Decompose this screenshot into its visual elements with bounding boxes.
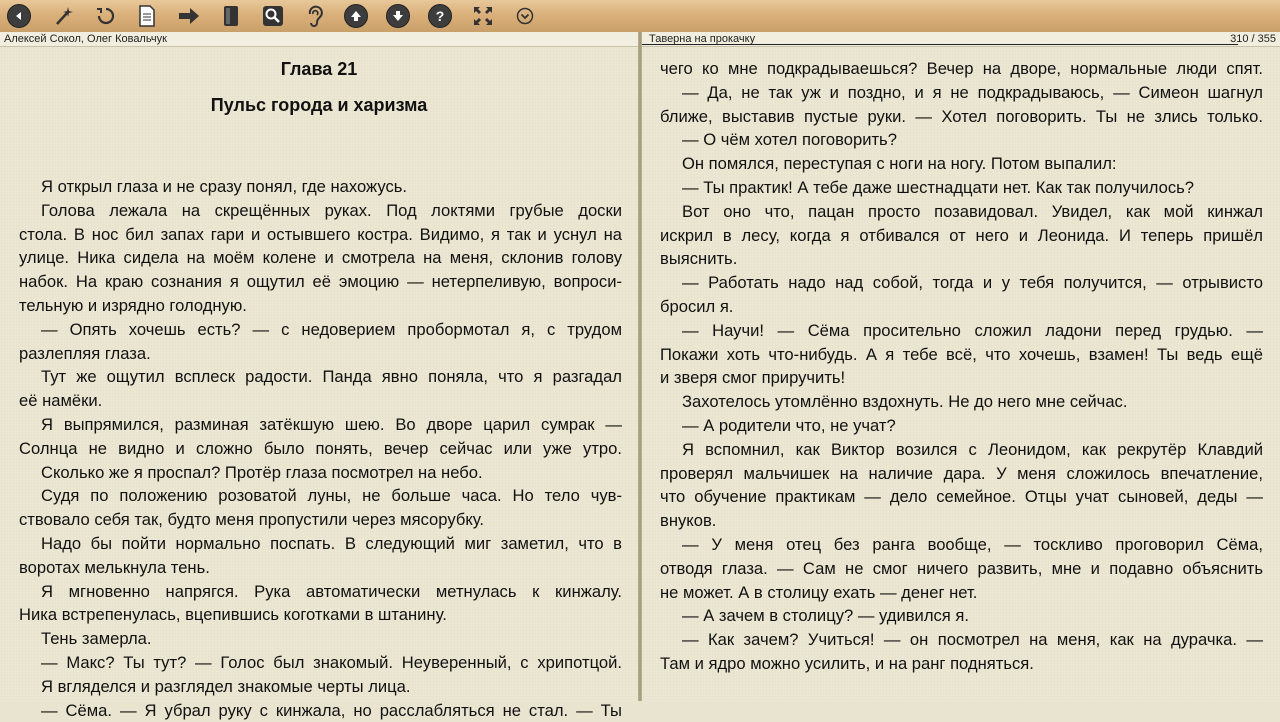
- text-line: Солнца не видно и сложно было понять, ве…: [19, 438, 622, 458]
- text-line: ближе, выставив пустые руки. — Хотел пог…: [660, 106, 1263, 126]
- text-line: — Опять хочешь есть? — с недоверием проб…: [41, 319, 622, 339]
- book-button[interactable]: [218, 3, 244, 29]
- chapter-title: Глава 21: [280, 59, 358, 79]
- left-page[interactable]: Глава 21 Пульс города и харизма Я открыл…: [0, 47, 638, 720]
- text-line: Ника встрепенулась, вцепившись коготками…: [19, 605, 447, 625]
- text-line: внуков.: [660, 511, 717, 531]
- chevron-down-icon: [516, 7, 534, 25]
- text-line: Я вгляделся и разглядел знакомые черты л…: [41, 676, 411, 696]
- text-line: Я вспомнил, как Виктор возился с Леонидо…: [682, 439, 1263, 459]
- fullscreen-icon: [474, 7, 492, 25]
- book-icon: [224, 6, 238, 26]
- author-label: Алексей Сокол, Олег Ковальчук: [4, 33, 167, 45]
- text-line: Покажи хоть что-нибудь. А я тебе всё, чт…: [660, 344, 1263, 364]
- magic-wand-button[interactable]: [51, 3, 77, 29]
- ear-icon: [308, 5, 323, 27]
- text-line: что обучение практикам — дело семейное. …: [660, 487, 1263, 507]
- search-button[interactable]: [260, 3, 286, 29]
- text-line: Вот оно что, пацан просто позавидовал. У…: [682, 201, 1263, 221]
- text-line: набок. На краю сознания я ощутил её эмоц…: [19, 272, 622, 292]
- left-page-text: Я открыл глаза и не сразу понял, где нах…: [19, 175, 622, 722]
- fullscreen-button[interactable]: [470, 3, 496, 29]
- text-line: стола. В нос бил запах гари и остывшего …: [19, 224, 622, 244]
- text-line: Надо бы пойти нормально поспать. В следу…: [41, 533, 622, 553]
- text-line: Захотелось утомлённо вздохнуть. Не до не…: [682, 392, 1128, 412]
- menu-button[interactable]: [512, 3, 538, 29]
- text-line: — Работать надо над собой, тогда и у теб…: [682, 273, 1263, 293]
- book-title-label: Таверна на прокачку: [649, 33, 756, 45]
- refresh-icon: [97, 7, 115, 25]
- text-line: бросил я.: [660, 296, 734, 316]
- text-line: — Да, не так уж и поздно, и я не подкрад…: [682, 82, 1263, 102]
- back-button[interactable]: [6, 3, 32, 29]
- help-button[interactable]: ?: [427, 3, 453, 29]
- document-icon: [139, 5, 155, 27]
- text-line: проверял мальчишек на наличие дара. У ме…: [660, 463, 1263, 483]
- text-line: Тень замерла.: [41, 629, 152, 649]
- text-line: не может. А в столицу ехать — денег нет.: [660, 582, 978, 602]
- text-line: — Как зачем? Учиться! — он посмотрел на …: [682, 630, 1263, 650]
- text-line: её намёки.: [19, 391, 103, 411]
- help-icon: ?: [428, 4, 452, 28]
- back-icon: [7, 4, 31, 28]
- text-line: — А зачем в столицу? — удивился я.: [682, 606, 969, 626]
- page-down-button[interactable]: [385, 3, 411, 29]
- text-line: отводя глаза. — Сам не смог ничего разви…: [660, 558, 1263, 578]
- text-line: и зверя смог приручить!: [660, 368, 846, 388]
- chapter-subtitle: Пульс города и харизма: [210, 95, 428, 115]
- text-line: Он помялся, переступая с ноги на ногу. П…: [682, 154, 1117, 174]
- text-line: Голова лежала на скрещённых руках. Под л…: [41, 200, 622, 220]
- text-line: ствовало себя так, будто меня пропустили…: [19, 510, 485, 530]
- text-line: — Ты практик! А тебе даже шестнадцати не…: [682, 177, 1194, 197]
- text-line: искрил в лесу, когда я отбивался от него…: [660, 225, 1263, 245]
- text-line: тельную и изрядно голодную.: [19, 295, 247, 315]
- text-line: — Макс? Ты тут? — Голос был знакомый. Не…: [41, 652, 622, 672]
- right-page[interactable]: чего ко мне подкрадываешься? Вечер на дв…: [642, 47, 1280, 701]
- text-line: Я мгновенно напрягся. Рука автоматически…: [41, 581, 622, 601]
- magic-wand-icon: [56, 7, 73, 25]
- text-line: — У меня отец без ранга вообще, — тоскли…: [682, 534, 1263, 554]
- text-line: — Сёма. — Я убрал руку с кинжала, но рас…: [41, 700, 622, 720]
- forward-button[interactable]: [176, 3, 202, 29]
- text-line: воротах мелькнула тень.: [19, 557, 210, 577]
- text-line: разлепляя глаза.: [19, 343, 151, 363]
- text-line: Я выпрямился, разминая затёкшую шею. Во …: [41, 414, 622, 434]
- right-page-text: чего ко мне подкрадываешься? Вечер на дв…: [660, 57, 1263, 676]
- arrow-down-icon: [386, 4, 410, 28]
- text-line: Тут же ощутил всплеск радости. Панда явн…: [41, 367, 622, 387]
- text-line: улице. Ника сидела на моём колене и смот…: [19, 248, 622, 268]
- text-line: Я открыл глаза и не сразу понял, где нах…: [41, 177, 407, 196]
- text-line: — Научи! — Сёма просительно сложил ладон…: [682, 320, 1263, 340]
- arrow-up-icon: [344, 4, 368, 28]
- text-line: Сколько же я проспал? Протёр глаза посмо…: [41, 462, 483, 482]
- text-line: чего ко мне подкрадываешься? Вечер на дв…: [660, 59, 1263, 78]
- refresh-button[interactable]: [93, 3, 119, 29]
- page-counter: 310 / 355: [1230, 33, 1276, 45]
- page-up-button[interactable]: [343, 3, 369, 29]
- text-line: выяснить.: [660, 249, 738, 269]
- read-aloud-button[interactable]: [302, 3, 328, 29]
- text-line: — О чём хотел поговорить?: [682, 130, 897, 150]
- arrow-right-icon: [179, 8, 199, 24]
- text-line: Судя по положению розоватой луны, не бол…: [41, 486, 622, 506]
- search-icon: [263, 6, 283, 26]
- text-line: Там и ядро можно усилить, и на ранг подн…: [660, 653, 1034, 673]
- toolbar: ?: [0, 0, 1280, 33]
- text-line: — А родители что, не учат?: [682, 415, 896, 435]
- document-button[interactable]: [134, 3, 160, 29]
